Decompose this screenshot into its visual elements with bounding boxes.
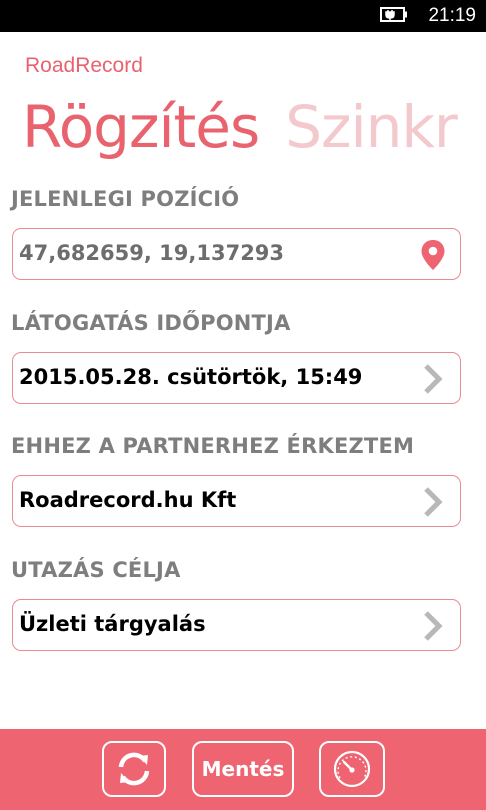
chevron-right-icon [424, 611, 443, 641]
chevron-right-icon [424, 364, 443, 394]
partner-value: Roadrecord.hu Kft [19, 488, 237, 512]
pivot-header: Rögzítés Szinkr [22, 92, 486, 164]
chevron-right-icon [424, 487, 443, 517]
dashboard-button[interactable] [319, 741, 385, 797]
partner-field[interactable]: Roadrecord.hu Kft [12, 475, 461, 527]
save-button-label: Mentés [201, 757, 285, 781]
app-title: RoadRecord [25, 54, 143, 77]
visit-time-value: 2015.05.28. csütörtök, 15:49 [19, 365, 363, 389]
speedometer-icon [333, 750, 371, 788]
purpose-value: Üzleti tárgyalás [19, 612, 206, 636]
status-bar: 21:19 [0, 0, 486, 32]
visit-time-field[interactable]: 2015.05.28. csütörtök, 15:49 [12, 352, 461, 404]
map-pin-icon[interactable] [420, 239, 446, 271]
sync-button[interactable] [102, 741, 166, 797]
partner-label: EHHEZ A PARTNERHEZ ÉRKEZTEM [11, 434, 415, 458]
position-label: JELENLEGI POZÍCIÓ [11, 187, 240, 211]
purpose-field[interactable]: Üzleti tárgyalás [12, 599, 461, 651]
visit-time-label: LÁTOGATÁS IDŐPONTJA [11, 311, 291, 335]
battery-charging-icon [380, 7, 407, 22]
save-button[interactable]: Mentés [192, 741, 294, 797]
pivot-tab-rogzites[interactable]: Rögzítés [22, 92, 260, 162]
sync-icon [118, 752, 150, 786]
position-value: 47,682659, 19,137293 [19, 241, 285, 265]
pivot-tab-szinkron[interactable]: Szinkr [285, 92, 458, 162]
position-field[interactable]: 47,682659, 19,137293 [12, 228, 461, 280]
app-bar: Mentés [0, 729, 486, 810]
purpose-label: UTAZÁS CÉLJA [11, 558, 181, 582]
clock: 21:19 [428, 5, 476, 26]
